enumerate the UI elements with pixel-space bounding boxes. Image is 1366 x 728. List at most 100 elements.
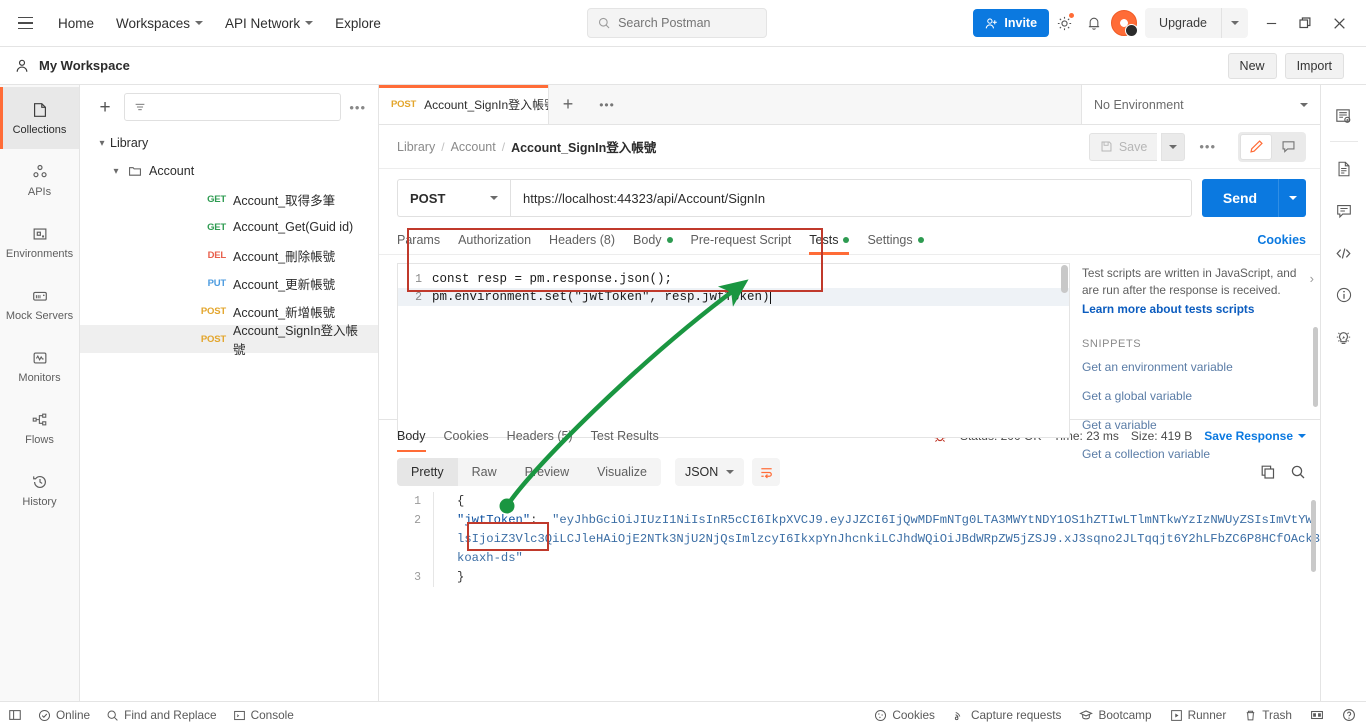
url-input[interactable] bbox=[510, 179, 1192, 217]
global-search[interactable] bbox=[586, 8, 767, 38]
tab-tests[interactable]: Tests bbox=[809, 225, 850, 255]
response-tab-test-results[interactable]: Test Results bbox=[591, 420, 659, 452]
response-format-select[interactable]: JSON bbox=[674, 458, 745, 486]
tabs-more-button[interactable]: ••• bbox=[587, 85, 627, 124]
import-button[interactable]: Import bbox=[1284, 52, 1344, 79]
upgrade-dropdown[interactable] bbox=[1222, 8, 1248, 38]
rail-item-history[interactable]: History bbox=[0, 459, 79, 521]
snippet-item-2[interactable]: Get a variable bbox=[1082, 418, 1306, 432]
console-button[interactable]: Console bbox=[233, 708, 294, 722]
chevron-down-icon: ▾ bbox=[99, 137, 105, 149]
tips-button[interactable] bbox=[1327, 316, 1361, 358]
tab-body[interactable]: Body bbox=[633, 225, 673, 255]
code-snippet-button[interactable] bbox=[1327, 232, 1361, 274]
nav-workspaces[interactable]: Workspaces bbox=[106, 11, 213, 36]
search-input[interactable] bbox=[618, 16, 756, 30]
pill-pretty[interactable]: Pretty bbox=[397, 458, 458, 486]
bootcamp-button[interactable]: Bootcamp bbox=[1079, 708, 1152, 722]
test-script-editor[interactable]: 1 const resp = pm.response.json(); 2 pm.… bbox=[397, 263, 1070, 438]
tree-item-request-3[interactable]: PUT Account_更新帳號 bbox=[80, 269, 378, 297]
response-scrollbar[interactable] bbox=[1311, 500, 1316, 572]
tab-settings[interactable]: Settings bbox=[867, 225, 924, 255]
method-select[interactable]: POST bbox=[397, 179, 510, 217]
wrap-lines-button[interactable] bbox=[752, 458, 781, 486]
tree-item-request-5[interactable]: POST Account_SignIn登入帳號 bbox=[80, 324, 378, 357]
help-button[interactable] bbox=[1342, 708, 1356, 722]
new-collection-button[interactable]: + bbox=[94, 96, 116, 118]
tab-pre-request-script[interactable]: Pre-request Script bbox=[691, 225, 792, 255]
breadcrumb-account[interactable]: Account bbox=[451, 140, 496, 154]
response-tab-body[interactable]: Body bbox=[397, 420, 426, 452]
tree-item-library[interactable]: ▾ Library bbox=[80, 129, 378, 157]
snippet-item-3[interactable]: Get a collection variable bbox=[1082, 447, 1306, 461]
snippet-item-0[interactable]: Get an environment variable bbox=[1082, 360, 1306, 374]
new-button[interactable]: New bbox=[1227, 52, 1277, 79]
close-button[interactable] bbox=[1322, 6, 1356, 40]
cookies-link[interactable]: Cookies bbox=[1257, 233, 1306, 247]
send-button[interactable]: Send bbox=[1202, 179, 1278, 217]
save-button[interactable]: Save bbox=[1088, 132, 1158, 161]
nav-explore[interactable]: Explore bbox=[325, 11, 391, 36]
trash-button[interactable]: Trash bbox=[1244, 708, 1292, 722]
tab-authorization[interactable]: Authorization bbox=[458, 225, 531, 255]
maximize-button[interactable] bbox=[1288, 6, 1322, 40]
request-tab-active[interactable]: POST Account_SignIn登入帳號 bbox=[379, 85, 549, 124]
response-tab-headers[interactable]: Headers (5) bbox=[507, 420, 573, 452]
rail-item-mock-servers[interactable]: Mock Servers bbox=[0, 273, 79, 335]
response-tab-cookies[interactable]: Cookies bbox=[444, 420, 489, 452]
send-dropdown[interactable] bbox=[1278, 179, 1306, 217]
cookies-button[interactable]: Cookies bbox=[874, 708, 935, 722]
runner-button[interactable]: Runner bbox=[1170, 708, 1226, 722]
sidebar-filter[interactable] bbox=[124, 93, 342, 121]
tree-item-request-2[interactable]: DEL Account_刪除帳號 bbox=[80, 241, 378, 269]
snippets-scrollbar[interactable] bbox=[1313, 327, 1318, 407]
learn-more-link[interactable]: Learn more about tests scripts bbox=[1082, 302, 1306, 316]
rail-item-environments[interactable]: Environments bbox=[0, 211, 79, 273]
find-and-replace-button[interactable]: Find and Replace bbox=[106, 708, 217, 722]
documentation-button[interactable] bbox=[1327, 148, 1361, 190]
pill-visualize[interactable]: Visualize bbox=[583, 458, 661, 486]
nav-api-network[interactable]: API Network bbox=[215, 11, 323, 36]
pill-preview[interactable]: Preview bbox=[511, 458, 583, 486]
pill-raw[interactable]: Raw bbox=[458, 458, 511, 486]
rail-item-monitors[interactable]: Monitors bbox=[0, 335, 79, 397]
rail-item-flows[interactable]: Flows bbox=[0, 397, 79, 459]
upgrade-button[interactable]: Upgrade bbox=[1145, 8, 1222, 38]
notifications-button[interactable] bbox=[1079, 8, 1109, 38]
user-avatar-button[interactable] bbox=[1109, 8, 1139, 38]
tab-headers[interactable]: Headers (8) bbox=[549, 225, 615, 255]
rail-item-collections[interactable]: Collections bbox=[0, 87, 79, 149]
minimize-button[interactable] bbox=[1254, 6, 1288, 40]
snippet-item-1[interactable]: Get a global variable bbox=[1082, 389, 1306, 403]
tree-item-account-folder[interactable]: ▾ Account bbox=[80, 157, 378, 185]
tab-params[interactable]: Params bbox=[397, 225, 440, 255]
tree-item-request-1[interactable]: GET Account_Get(Guid id) bbox=[80, 213, 378, 241]
sidebar-more-button[interactable]: ••• bbox=[349, 100, 366, 115]
rail-item-apis[interactable]: APIs bbox=[0, 149, 79, 211]
save-dropdown[interactable] bbox=[1161, 132, 1186, 161]
comment-mode-button[interactable] bbox=[1272, 134, 1304, 160]
editor-scrollbar[interactable] bbox=[1061, 265, 1068, 293]
chevron-right-icon[interactable]: › bbox=[1310, 271, 1314, 286]
nav-home[interactable]: Home bbox=[48, 11, 104, 36]
layout-icon bbox=[1311, 710, 1323, 720]
new-tab-button[interactable]: + bbox=[549, 85, 587, 124]
hamburger-icon[interactable] bbox=[12, 10, 38, 36]
request-more-button[interactable]: ••• bbox=[1189, 139, 1226, 154]
search-response-button[interactable] bbox=[1290, 464, 1306, 480]
capture-requests-button[interactable]: Capture requests bbox=[953, 708, 1061, 722]
settings-button[interactable] bbox=[1049, 8, 1079, 38]
invite-button[interactable]: Invite bbox=[973, 9, 1050, 37]
edit-mode-button[interactable] bbox=[1240, 133, 1272, 160]
environment-select[interactable]: No Environment bbox=[1094, 98, 1308, 112]
environment-quicklook-button[interactable] bbox=[1327, 95, 1361, 137]
copy-button[interactable] bbox=[1260, 464, 1276, 480]
breadcrumb-library[interactable]: Library bbox=[397, 140, 435, 154]
layout-button[interactable] bbox=[1310, 708, 1324, 722]
comments-button[interactable] bbox=[1327, 190, 1361, 232]
online-status[interactable]: Online bbox=[38, 708, 90, 722]
info-button[interactable] bbox=[1327, 274, 1361, 316]
response-body[interactable]: 1 { 2 "jwtToken": "eyJhbGciOiJIUzI1NiIsI… bbox=[379, 492, 1320, 701]
tree-item-request-0[interactable]: GET Account_取得多筆 bbox=[80, 185, 378, 213]
sidebar-toggle-button[interactable] bbox=[8, 708, 22, 722]
